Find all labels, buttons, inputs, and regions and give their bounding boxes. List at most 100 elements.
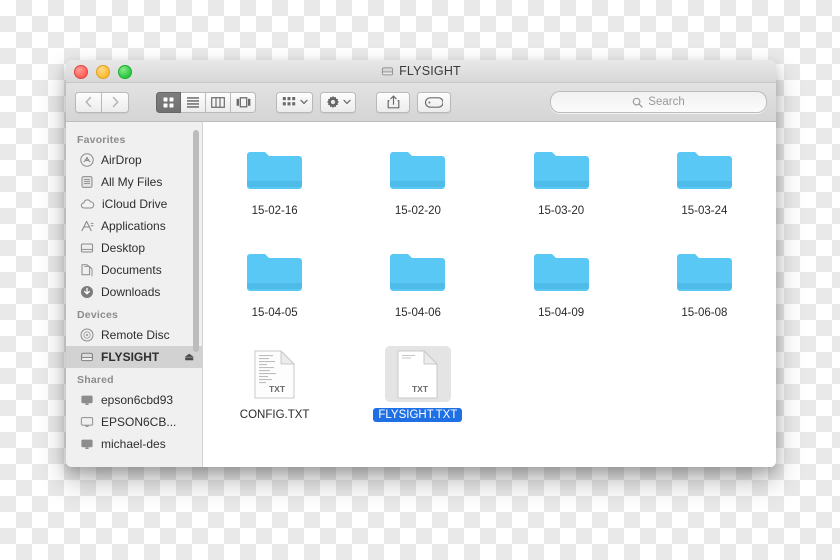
tag-button[interactable] [417, 91, 451, 113]
desktop-backdrop: FLYSIGHT Search Favorites AirDrop All My… [0, 0, 840, 560]
text-file-icon: TXT [242, 346, 308, 402]
minimize-button[interactable] [96, 65, 110, 79]
svg-text:TXT: TXT [412, 384, 429, 394]
file-item-folder[interactable]: 15-03-24 [652, 136, 756, 238]
title-bar[interactable]: FLYSIGHT [66, 60, 776, 83]
file-item-folder[interactable]: 15-04-09 [509, 238, 613, 340]
sidebar-item-label: AirDrop [101, 153, 142, 167]
file-name: 15-03-20 [538, 205, 585, 217]
coverflow-icon [236, 96, 250, 107]
file-name: 15-02-20 [394, 205, 441, 217]
file-item-text[interactable]: TXT CONFIG.TXT [223, 340, 327, 442]
airdrop-icon [80, 153, 94, 167]
sidebar-item-label: Desktop [101, 241, 146, 255]
back-button[interactable] [75, 91, 102, 113]
sidebar-item-label: FLYSIGHT [101, 350, 160, 364]
downloads-icon [80, 285, 94, 299]
tag-icon [425, 96, 443, 108]
sidebar-item-applications[interactable]: Applications [66, 215, 202, 237]
file-item-folder[interactable]: 15-04-05 [223, 238, 327, 340]
folder-icon [528, 142, 594, 198]
documents-icon [80, 263, 94, 277]
view-mode-group [156, 91, 256, 113]
sidebar-item-all-my-files[interactable]: All My Files [66, 171, 202, 193]
sidebar-item-airdrop[interactable]: AirDrop [66, 149, 202, 171]
sidebar-item-label: Documents [101, 263, 162, 277]
maximize-button[interactable] [118, 65, 132, 79]
sidebar-item-label: EPSON6CB... [101, 415, 177, 429]
arrange-icon [282, 97, 296, 106]
list-icon [187, 97, 199, 108]
sidebar-item-downloads[interactable]: Downloads [66, 281, 202, 303]
sidebar-item-epson6cb[interactable]: EPSON6CB... [66, 411, 202, 433]
sidebar-item-label: Downloads [101, 285, 161, 299]
file-name: 15-04-05 [251, 307, 298, 319]
icon-view-button[interactable] [156, 91, 181, 113]
file-name: 15-04-09 [538, 307, 585, 319]
file-name: CONFIG.TXT [239, 409, 310, 421]
file-item-folder[interactable]: 15-04-06 [366, 238, 470, 340]
window-controls [74, 65, 132, 79]
display-icon [80, 437, 94, 451]
coverflow-view-button[interactable] [231, 91, 256, 113]
chevron-left-icon [85, 96, 92, 108]
sidebar-item-label: iCloud Drive [102, 197, 168, 211]
share-button[interactable] [376, 91, 410, 113]
text-file-icon: TXT [384, 346, 451, 402]
hard-drive-icon [80, 350, 94, 364]
sidebar-item-flysight[interactable]: FLYSIGHT ⏏ [66, 346, 202, 368]
column-view-button[interactable] [206, 91, 231, 113]
window-title: FLYSIGHT [66, 60, 776, 82]
sidebar-item-michael-des[interactable]: michael-des [66, 433, 202, 455]
all-my-files-icon [80, 175, 94, 189]
search-icon [632, 97, 643, 108]
sidebar-item-remote-disc[interactable]: Remote Disc [66, 324, 202, 346]
finder-window: FLYSIGHT Search Favorites AirDrop All My… [66, 60, 776, 467]
display-icon [80, 393, 94, 407]
folder-icon [242, 142, 308, 198]
sidebar-item-documents[interactable]: Documents [66, 259, 202, 281]
close-button[interactable] [74, 65, 88, 79]
sidebar-section-header: Favorites [77, 134, 126, 146]
share-icon [387, 95, 399, 109]
desktop-icon [80, 241, 94, 255]
search-field[interactable]: Search [550, 91, 767, 113]
sidebar-item-icloud-drive[interactable]: iCloud Drive [66, 193, 202, 215]
forward-button[interactable] [102, 91, 129, 113]
file-item-text-selected[interactable]: TXT FLYSIGHT.TXT [366, 340, 470, 442]
display-icon [80, 415, 94, 429]
sidebar-item-label: Remote Disc [101, 328, 170, 342]
eject-icon[interactable]: ⏏ [185, 352, 194, 363]
sidebar-scrollbar[interactable] [193, 130, 199, 352]
chevron-right-icon [112, 96, 119, 108]
file-item-folder[interactable]: 15-06-08 [652, 238, 756, 340]
disc-icon [80, 328, 94, 342]
file-item-folder[interactable]: 15-02-20 [366, 136, 470, 238]
arrange-button[interactable] [276, 91, 313, 113]
action-button[interactable] [320, 91, 356, 113]
list-view-button[interactable] [181, 91, 206, 113]
chevron-down-icon [343, 99, 351, 105]
svg-text:TXT: TXT [269, 384, 286, 394]
toolbar: Search [66, 83, 776, 122]
icloud-icon [80, 197, 95, 211]
navigation-buttons [75, 91, 129, 113]
folder-icon [671, 244, 737, 300]
sidebar-item-desktop[interactable]: Desktop [66, 237, 202, 259]
folder-icon [242, 244, 308, 300]
sidebar-item-epson6cbd93[interactable]: epson6cbd93 [66, 389, 202, 411]
applications-icon [80, 219, 94, 233]
hard-drive-icon [381, 65, 394, 78]
search-input[interactable]: Search [648, 96, 684, 108]
gear-icon [326, 95, 340, 109]
file-item-folder[interactable]: 15-02-16 [223, 136, 327, 238]
file-name: 15-04-06 [394, 307, 441, 319]
sidebar: Favorites AirDrop All My Files iCloud Dr… [66, 122, 203, 467]
file-name: 15-02-16 [251, 205, 298, 217]
sidebar-section-header: Shared [77, 374, 114, 386]
sidebar-item-label: Applications [101, 219, 166, 233]
window-body: Favorites AirDrop All My Files iCloud Dr… [66, 122, 776, 467]
grid-icon [163, 97, 174, 107]
folder-icon [385, 244, 451, 300]
file-item-folder[interactable]: 15-03-20 [509, 136, 613, 238]
